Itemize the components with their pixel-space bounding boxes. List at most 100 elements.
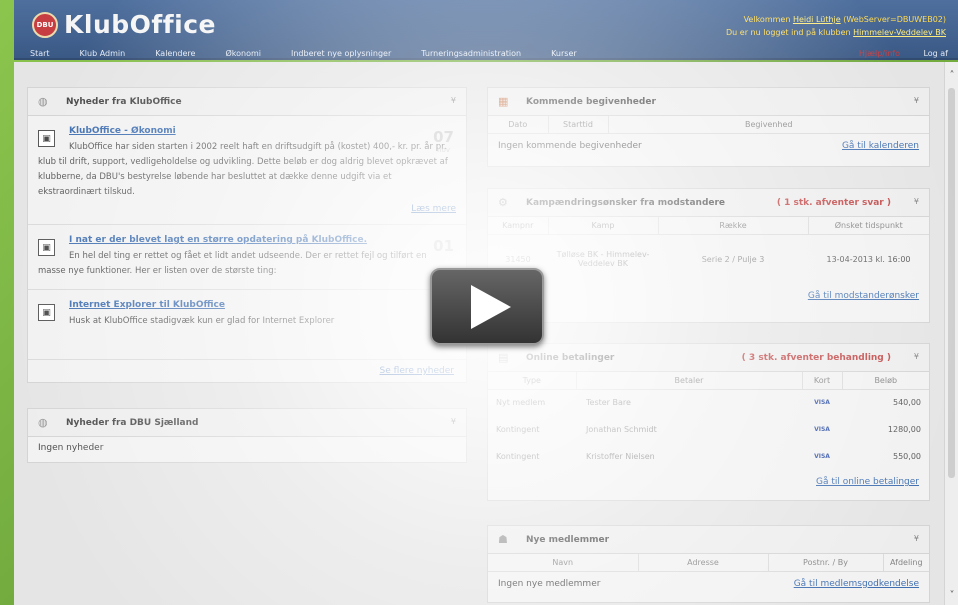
news-title-link[interactable]: KlubOffice - Økonomi xyxy=(69,126,456,136)
empty-text: Ingen nyheder xyxy=(38,443,104,453)
visa-icon: VISA xyxy=(814,453,830,460)
all-news-link[interactable]: Se flere nyheder xyxy=(380,366,454,376)
panel-title: Kampændringsønsker fra modstandere xyxy=(526,197,726,208)
dbu-news-panel: ◍ Nyheder fra DBU Sjælland ¥ Ingen nyhed… xyxy=(27,408,467,463)
news-date: 07 nov xyxy=(433,128,454,154)
news-title-link[interactable]: I nat er der blevet lagt en større opdat… xyxy=(69,235,456,245)
events-panel: ▦ Kommende begivenheder ¥ Dato Starttid … xyxy=(487,87,930,167)
cell-payer: Jonathan Schmidt xyxy=(586,425,657,434)
cell-payer: Kristoffer Nielsen xyxy=(586,452,655,461)
nav-okonomi[interactable]: Økonomi xyxy=(225,49,261,58)
vertical-scrollbar[interactable]: ˄ ˅ xyxy=(944,62,958,605)
table-row[interactable]: Kontingent Kristoffer Nielsen VISA 550,0… xyxy=(488,443,929,470)
club-link[interactable]: Himmelev-Veddelev BK xyxy=(853,28,946,37)
events-footer: Ingen kommende begivenheder Gå til kalen… xyxy=(488,134,929,158)
gear-icon: ⚙ xyxy=(498,196,508,209)
payments-panel: ▤ Online betalinger ( 3 stk. afventer be… xyxy=(487,343,930,501)
news-article-icon: ▣ xyxy=(38,130,55,147)
nav-kalendere[interactable]: Kalendere xyxy=(155,49,195,58)
news-article-icon: ▣ xyxy=(38,304,55,321)
news-date: 01 xyxy=(433,237,454,255)
play-button[interactable] xyxy=(430,268,544,345)
news-icon: ◍ xyxy=(38,416,48,429)
payments-footer: Gå til online betalinger xyxy=(488,470,929,494)
welcome-block: Velkommen Heidi Lüthje (WebServer=DBUWEB… xyxy=(726,13,946,39)
news-item: ▣ 01 I nat er der blevet lagt en større … xyxy=(28,225,466,289)
collapse-icon[interactable]: ¥ xyxy=(914,96,919,105)
col-header: Dato xyxy=(488,116,549,134)
klub-news-panel: ◍ Nyheder fra KlubOffice ¥ ▣ 07 nov Klub… xyxy=(27,87,467,383)
collapse-icon[interactable]: ¥ xyxy=(451,96,456,105)
visa-icon: VISA xyxy=(814,399,830,407)
cell-amount: 550,00 xyxy=(893,452,921,461)
table-row[interactable]: 31450 Tølløse BK - Himmelev-Veddelev BK … xyxy=(488,234,929,284)
news-title-link[interactable]: Internet Explorer til KlubOffice xyxy=(69,300,456,310)
news-item: ▣ 07 nov KlubOffice - Økonomi KlubOffice… xyxy=(28,116,466,224)
events-table: Dato Starttid Begivenhed xyxy=(488,116,929,134)
news-text: KlubOffice har siden starten i 2002 reel… xyxy=(38,142,448,197)
logo[interactable]: DBU KlubOffice xyxy=(32,10,216,39)
collapse-icon[interactable]: ¥ xyxy=(914,352,919,361)
app-header: DBU KlubOffice Velkommen Heidi Lüthje (W… xyxy=(14,0,958,60)
panel-header: ⚙ Kampændringsønsker fra modstandere ( 1… xyxy=(488,189,929,217)
col-header: Betaler xyxy=(576,372,803,390)
panel-header: ◍ Nyheder fra KlubOffice ¥ xyxy=(28,88,466,116)
read-more-link[interactable]: Læs mere xyxy=(38,204,456,214)
member-approval-link[interactable]: Gå til medlemsgodkendelse xyxy=(794,579,919,589)
nav-help[interactable]: Hjælp/info xyxy=(859,49,900,58)
logout-link[interactable]: Log af xyxy=(923,49,948,58)
nav-klub-admin[interactable]: Klub Admin xyxy=(80,49,126,58)
opponent-table: Kampnr Kamp Række Ønsket tidspunkt 31450… xyxy=(488,217,929,284)
news-text: En hel del ting er rettet og fået et lid… xyxy=(38,251,427,276)
users-icon: ☗ xyxy=(498,533,508,546)
pending-badge: ( 3 stk. afventer behandling ) xyxy=(741,353,891,363)
col-header: Kort xyxy=(802,372,843,390)
col-header: Starttid xyxy=(548,116,609,134)
nav-turnering[interactable]: Turneringsadministration xyxy=(421,49,521,58)
panel-header: ◍ Nyheder fra DBU Sjælland ¥ xyxy=(28,409,466,437)
nav-kurser[interactable]: Kurser xyxy=(551,49,577,58)
col-header: Kamp xyxy=(548,217,659,235)
panel-title: Kommende begivenheder xyxy=(526,96,656,107)
dbu-badge-icon: DBU xyxy=(32,11,58,38)
collapse-icon[interactable]: ¥ xyxy=(451,417,456,426)
panel-title: Nyheder fra KlubOffice xyxy=(66,96,182,107)
collapse-icon[interactable]: ¥ xyxy=(914,197,919,206)
online-payments-link[interactable]: Gå til online betalinger xyxy=(816,477,919,487)
panel-title: Online betalinger xyxy=(526,352,615,363)
pending-badge: ( 1 stk. afventer svar ) xyxy=(776,198,891,208)
cell-time: 13-04-2013 kl. 16:00 xyxy=(826,254,911,264)
news-icon: ◍ xyxy=(38,95,48,108)
opponent-requests-panel: ⚙ Kampændringsønsker fra modstandere ( 1… xyxy=(487,188,930,323)
table-row[interactable]: Nyt medlem Tester Bare VISA 540,00 xyxy=(488,389,929,416)
welcome-prefix: Velkommen xyxy=(743,15,793,24)
collapse-icon[interactable]: ¥ xyxy=(914,534,919,543)
nav-start[interactable]: Start xyxy=(30,49,50,58)
col-header: Navn xyxy=(488,554,639,572)
opponent-requests-link[interactable]: Gå til modstanderønsker xyxy=(808,291,919,301)
cell-amount: 540,00 xyxy=(893,398,921,408)
scroll-thumb[interactable] xyxy=(948,88,955,478)
user-link[interactable]: Heidi Lüthje xyxy=(793,15,841,24)
cell-type: Kontingent xyxy=(496,425,540,434)
col-header: Række xyxy=(658,217,809,235)
cell-type: Nyt medlem xyxy=(496,398,546,408)
calendar-link[interactable]: Gå til kalenderen xyxy=(842,141,919,151)
news-text: Husk at KlubOffice stadigvæk kun er glad… xyxy=(69,316,335,326)
scroll-down-icon[interactable]: ˅ xyxy=(946,590,958,601)
date-month: nov xyxy=(437,146,450,154)
table-row[interactable]: Kontingent Jonathan Schmidt VISA 1280,00 xyxy=(488,416,929,443)
payment-icon: ▤ xyxy=(498,351,509,364)
col-header: Kampnr xyxy=(488,217,549,235)
panel-title: Nye medlemmer xyxy=(526,534,610,545)
date-day: 01 xyxy=(433,237,454,255)
logo-text: KlubOffice xyxy=(64,10,216,39)
panel-header: ▦ Kommende begivenheder ¥ xyxy=(488,88,929,116)
nav-indberet[interactable]: Indberet nye oplysninger xyxy=(291,49,391,58)
scroll-up-icon[interactable]: ˄ xyxy=(946,70,958,81)
col-header: Postnr. / By xyxy=(768,554,884,572)
col-header: Begivenhed xyxy=(608,116,929,134)
visa-icon: VISA xyxy=(814,426,830,433)
members-table: Navn Adresse Postnr. / By Afdeling xyxy=(488,554,929,572)
cell-match: Tølløse BK - Himmelev-Veddelev BK xyxy=(556,250,650,269)
